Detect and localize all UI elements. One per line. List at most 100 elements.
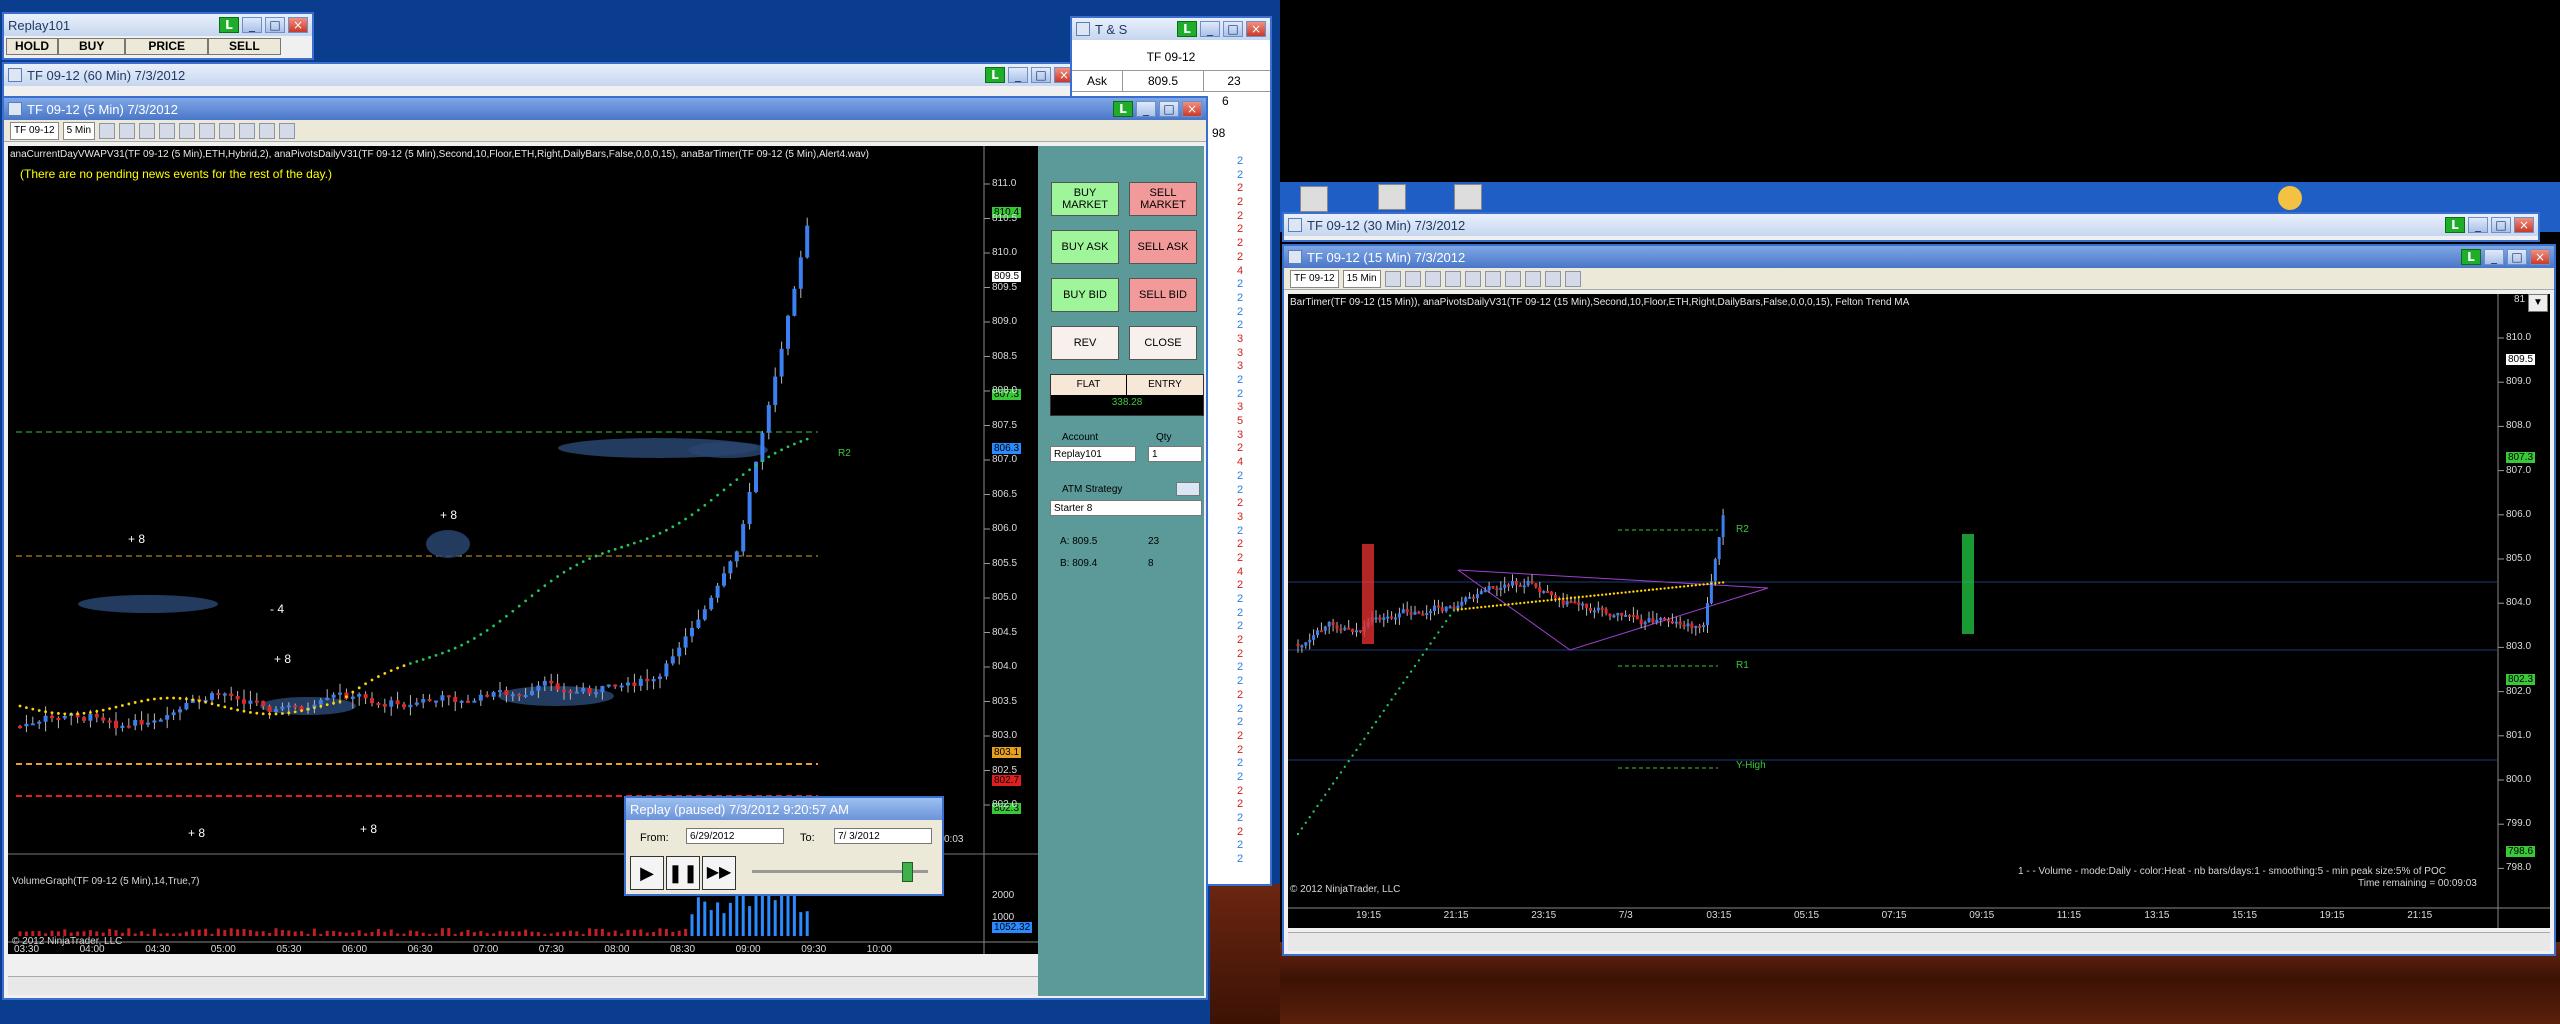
hold-button[interactable]: HOLD <box>6 38 58 55</box>
minimize-button[interactable]: _ <box>1200 21 1220 37</box>
atm-strategy-select[interactable]: Starter 8 <box>1050 500 1202 516</box>
minimize-button[interactable]: _ <box>2468 217 2488 233</box>
minimize-button[interactable]: _ <box>2484 249 2504 265</box>
chart-30min-titlebar[interactable]: TF 09-12 (30 Min) 7/3/2012 L _ □ × <box>1284 214 2538 236</box>
strategies-icon[interactable] <box>239 122 256 139</box>
volume-bar <box>498 930 502 936</box>
interval-selector[interactable]: 5 Min <box>62 121 96 140</box>
chart-60min-titlebar[interactable]: TF 09-12 (60 Min) 7/3/2012 L _ □ × <box>4 64 1078 86</box>
desktop-icon[interactable] <box>1378 184 1406 210</box>
properties-icon[interactable] <box>199 122 216 139</box>
desktop-icon[interactable] <box>1454 184 1482 210</box>
candle-body <box>1698 625 1702 628</box>
price-button[interactable]: PRICE <box>125 38 209 55</box>
candle-body <box>254 700 259 703</box>
crosshair-icon[interactable] <box>159 122 176 139</box>
dropdown-arrow-icon[interactable]: ▼ <box>2528 294 2548 312</box>
horizontal-scrollbar[interactable] <box>1288 932 2550 951</box>
draw-tool-icon[interactable] <box>1424 270 1441 287</box>
atm-settings-icon[interactable] <box>1176 482 1200 496</box>
zoom-icon[interactable] <box>179 122 196 139</box>
account-select[interactable]: Replay101 <box>1050 446 1136 462</box>
indicators-icon[interactable] <box>1504 270 1521 287</box>
chart-trader-icon[interactable] <box>259 122 276 139</box>
buy-bid-button[interactable]: BUY BID <box>1051 278 1119 312</box>
bar-type-icon[interactable] <box>1384 270 1401 287</box>
strategies-icon[interactable] <box>1524 270 1541 287</box>
draw-pencil-icon[interactable] <box>119 122 136 139</box>
candle-body <box>1444 606 1448 612</box>
minimize-button[interactable]: _ <box>242 17 262 33</box>
horizontal-scrollbar[interactable] <box>8 976 1038 995</box>
desktop-icon[interactable] <box>1300 186 1328 212</box>
vwap-dot <box>281 712 284 715</box>
buy-button[interactable]: BUY <box>58 38 126 55</box>
link-button[interactable]: L <box>2461 249 2481 265</box>
maximize-button[interactable]: □ <box>1159 101 1179 117</box>
trend-dot <box>1363 737 1366 740</box>
zoom-icon[interactable] <box>1464 270 1481 287</box>
maximize-button[interactable]: □ <box>1031 67 1051 83</box>
crosshair-icon[interactable] <box>1444 270 1461 287</box>
sun-icon[interactable] <box>2278 186 2302 210</box>
link-button[interactable]: L <box>219 17 239 33</box>
sell-ask-button[interactable]: SELL ASK <box>1129 230 1197 264</box>
draw-pencil-icon[interactable] <box>1404 270 1421 287</box>
bar-type-icon[interactable] <box>99 122 116 139</box>
minimize-button[interactable]: _ <box>1008 67 1028 83</box>
candle-body <box>1530 580 1534 584</box>
maximize-button[interactable]: □ <box>2507 249 2527 265</box>
vwap-dot <box>204 700 208 704</box>
close-button[interactable]: × <box>1246 21 1266 37</box>
close-button[interactable]: × <box>1182 101 1202 117</box>
maximize-button[interactable]: □ <box>1223 21 1243 37</box>
qty-input[interactable]: 1 <box>1148 446 1202 462</box>
maximize-button[interactable]: □ <box>265 17 285 33</box>
reverse-button[interactable]: REV <box>1051 326 1119 360</box>
link-button[interactable]: L <box>1113 101 1133 117</box>
indicators-icon[interactable] <box>219 122 236 139</box>
instrument-selector[interactable]: TF 09-12 <box>10 121 59 140</box>
candle-body <box>549 680 554 684</box>
sell-bid-button[interactable]: SELL BID <box>1129 278 1197 312</box>
close-button[interactable]: × <box>2530 249 2550 265</box>
ts-titlebar[interactable]: T & S L _ □ × <box>1072 18 1270 40</box>
replay-dialog-titlebar[interactable]: Replay (paused) 7/3/2012 9:20:57 AM <box>626 798 942 820</box>
link-button[interactable]: L <box>985 67 1005 83</box>
pause-button[interactable]: ❚❚ <box>666 856 700 890</box>
draw-tool-icon[interactable] <box>139 122 156 139</box>
close-button[interactable]: × <box>288 17 308 33</box>
replay-slider-thumb[interactable] <box>902 862 913 882</box>
replay-control-titlebar[interactable]: Replay101 L _ □ × <box>4 14 312 36</box>
properties-icon[interactable] <box>1484 270 1501 287</box>
vwap-dot <box>261 712 265 716</box>
buy-ask-button[interactable]: BUY ASK <box>1051 230 1119 264</box>
sell-market-button[interactable]: SELL MARKET <box>1129 182 1197 216</box>
fast-forward-button[interactable]: ▶▶ <box>702 856 736 890</box>
minimize-button[interactable]: _ <box>1136 101 1156 117</box>
chart-5min-titlebar[interactable]: TF 09-12 (5 Min) 7/3/2012 L _ □ × <box>4 98 1206 120</box>
candle-body <box>210 693 214 700</box>
chart-15min-titlebar[interactable]: TF 09-12 (15 Min) 7/3/2012 L _ □ × <box>1284 246 2554 268</box>
link-button[interactable]: L <box>2445 217 2465 233</box>
link-button[interactable]: L <box>1177 21 1197 37</box>
close-position-button[interactable]: CLOSE <box>1129 326 1197 360</box>
play-button[interactable]: ▶ <box>630 856 664 890</box>
candle-body <box>363 694 368 699</box>
close-button[interactable]: × <box>2514 217 2534 233</box>
to-date[interactable]: 7/ 3/2012 <box>834 828 932 844</box>
maximize-button[interactable]: □ <box>2491 217 2511 233</box>
chart-trader-icon[interactable] <box>1544 270 1561 287</box>
snapshot-icon[interactable] <box>1564 270 1581 287</box>
from-date[interactable]: 6/29/2012 <box>686 828 784 844</box>
candle-body <box>1374 617 1378 620</box>
sell-button[interactable]: SELL <box>208 38 281 55</box>
candle-body <box>1546 591 1550 594</box>
price-chart-15min[interactable]: BarTimer(TF 09-12 (15 Min)), anaPivotsDa… <box>1288 294 2550 928</box>
vwap-dot <box>677 521 681 525</box>
price-tick: 807.0 <box>2506 464 2532 476</box>
interval-selector[interactable]: 15 Min <box>1342 269 1381 288</box>
snapshot-icon[interactable] <box>279 122 296 139</box>
instrument-selector[interactable]: TF 09-12 <box>1290 269 1339 288</box>
buy-market-button[interactable]: BUY MARKET <box>1051 182 1119 216</box>
